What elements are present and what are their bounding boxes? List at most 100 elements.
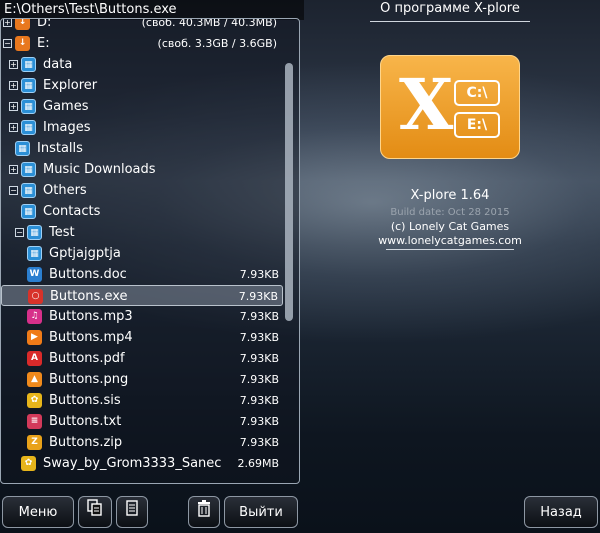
file-size: 7.93KB	[239, 310, 279, 323]
mp4-icon: ▶	[27, 330, 42, 345]
expand-icon[interactable]: +	[9, 60, 18, 69]
website-link[interactable]: www.lonelycatgames.com	[300, 234, 600, 247]
about-title: О программе X-plore	[380, 1, 520, 16]
file-size: 2.69MB	[237, 457, 279, 470]
expand-icon[interactable]: +	[9, 165, 18, 174]
item-name: Explorer	[43, 78, 98, 93]
folder-icon: ▦	[21, 183, 36, 198]
collapse-icon[interactable]: −	[3, 39, 12, 48]
txt-icon: ≡	[27, 414, 42, 429]
file-size: 7.93KB	[239, 394, 279, 407]
folder-icon: ▦	[15, 141, 30, 156]
file-size: 7.93KB	[239, 415, 279, 428]
file-row[interactable]: ♫ Buttons.mp3 7.93KB	[1, 306, 283, 327]
drive-free-space: (своб. 40.3MB / 40.3MB)	[141, 18, 277, 29]
menu-button[interactable]: Меню	[2, 496, 74, 528]
logo-drive-c: C:\	[454, 80, 500, 106]
file-size: 7.93KB	[239, 373, 279, 386]
item-name: Buttons.pdf	[49, 351, 125, 366]
item-name: Buttons.exe	[50, 289, 128, 304]
folder-row[interactable]: − ▦ Others	[1, 180, 283, 201]
copy-button[interactable]	[78, 496, 112, 528]
xplore-logo: X C:\ E:\	[380, 55, 520, 159]
file-row[interactable]: ✿ Sway_by_Grom3333_Sanec 2.69MB	[1, 453, 283, 474]
website-underline	[386, 249, 514, 250]
folder-row[interactable]: + ▦ Images	[1, 117, 283, 138]
item-name: Music Downloads	[43, 162, 156, 177]
png-icon: ▲	[27, 372, 42, 387]
scrollbar-thumb[interactable]	[285, 63, 293, 321]
folder-icon: ▦	[21, 57, 36, 72]
file-size: 7.93KB	[238, 290, 278, 303]
expand-icon[interactable]: +	[9, 102, 18, 111]
app-version: X-plore 1.64	[410, 188, 490, 203]
folder-row[interactable]: + ▦ data	[1, 54, 283, 75]
file-row[interactable]: W Buttons.doc 7.93KB	[1, 264, 283, 285]
folder-row[interactable]: ▦ Gptjajgptja	[1, 243, 283, 264]
folder-icon: ▦	[21, 162, 36, 177]
item-name: Buttons.png	[49, 372, 129, 387]
file-row[interactable]: ≡ Buttons.txt 7.93KB	[1, 411, 283, 432]
delete-button[interactable]	[188, 496, 220, 528]
folder-row[interactable]: + ▦ Explorer	[1, 75, 283, 96]
expand-icon[interactable]: +	[9, 81, 18, 90]
folder-icon: ▦	[21, 99, 36, 114]
expand-icon[interactable]: +	[9, 123, 18, 132]
build-date: Build date: Oct 28 2015	[390, 207, 510, 218]
logo-x-letter: X	[399, 63, 454, 146]
item-name: Games	[43, 99, 89, 114]
item-name: E:	[37, 36, 50, 51]
file-size: 7.93KB	[239, 268, 279, 281]
title-divider	[370, 21, 530, 22]
file-tree[interactable]: + ↓ D: (своб. 40.3MB / 40.3MB) − ↓ E: (своб. 3.…	[0, 18, 300, 484]
copy-icon	[87, 499, 103, 521]
file-row[interactable]: ✿ Buttons.sis 7.93KB	[1, 390, 283, 411]
pdf-icon: A	[27, 351, 42, 366]
item-name: Buttons.zip	[49, 435, 123, 450]
drive-icon: ↓	[15, 36, 30, 51]
file-row[interactable]: ○ Buttons.exe 7.93KB	[1, 285, 283, 306]
zip-icon: Z	[27, 435, 42, 450]
file-row[interactable]: ▶ Buttons.mp4 7.93KB	[1, 327, 283, 348]
item-name: data	[43, 57, 73, 72]
expand-icon[interactable]: +	[3, 19, 12, 27]
folder-row[interactable]: ▦ Installs	[1, 138, 283, 159]
item-name: D:	[37, 18, 52, 30]
item-name: Installs	[37, 141, 83, 156]
folder-icon: ▦	[27, 225, 42, 240]
sis-icon: ✿	[21, 456, 36, 471]
about-pane: О программе X-plore X C:\ E:\ X-plore 1.…	[300, 0, 600, 533]
file-size: 7.93KB	[239, 436, 279, 449]
file-browser-pane: E:\Others\Test\Buttons.exe + ↓ D: (своб. 40…	[0, 0, 304, 533]
collapse-icon[interactable]: −	[15, 228, 24, 237]
folder-row[interactable]: ▦ Contacts	[1, 201, 283, 222]
item-name: Contacts	[43, 204, 101, 219]
file-size: 7.93KB	[239, 331, 279, 344]
file-row[interactable]: ▲ Buttons.png 7.93KB	[1, 369, 283, 390]
item-name: Buttons.mp3	[49, 309, 133, 324]
exit-button[interactable]: Выйти	[224, 496, 298, 528]
back-button[interactable]: Назад	[524, 496, 598, 528]
file-row[interactable]: A Buttons.pdf 7.93KB	[1, 348, 283, 369]
logo-drive-e: E:\	[454, 112, 500, 138]
folder-row[interactable]: + ▦ Music Downloads	[1, 159, 283, 180]
drive-row[interactable]: − ↓ E: (своб. 3.3GB / 3.6GB)	[1, 33, 283, 54]
collapse-icon[interactable]: −	[9, 186, 18, 195]
drive-row[interactable]: + ↓ D: (своб. 40.3MB / 40.3MB)	[1, 18, 283, 33]
item-name: Gptjajgptja	[49, 246, 121, 261]
folder-row[interactable]: + ▦ Games	[1, 96, 283, 117]
file-size: 7.93KB	[239, 352, 279, 365]
document-icon	[125, 500, 139, 521]
folder-row[interactable]: − ▦ Test	[1, 222, 283, 243]
move-button[interactable]	[116, 496, 148, 528]
item-name: Sway_by_Grom3333_Sanec	[43, 456, 222, 471]
sis-icon: ✿	[27, 393, 42, 408]
copyright: (c) Lonely Cat Games	[390, 220, 510, 233]
exe-icon: ○	[28, 289, 43, 304]
item-name: Buttons.doc	[49, 267, 127, 282]
item-name: Buttons.txt	[49, 414, 122, 429]
file-row[interactable]: Z Buttons.zip 7.93KB	[1, 432, 283, 453]
doc-icon: W	[27, 267, 42, 282]
item-name: Images	[43, 120, 91, 135]
mp3-icon: ♫	[27, 309, 42, 324]
